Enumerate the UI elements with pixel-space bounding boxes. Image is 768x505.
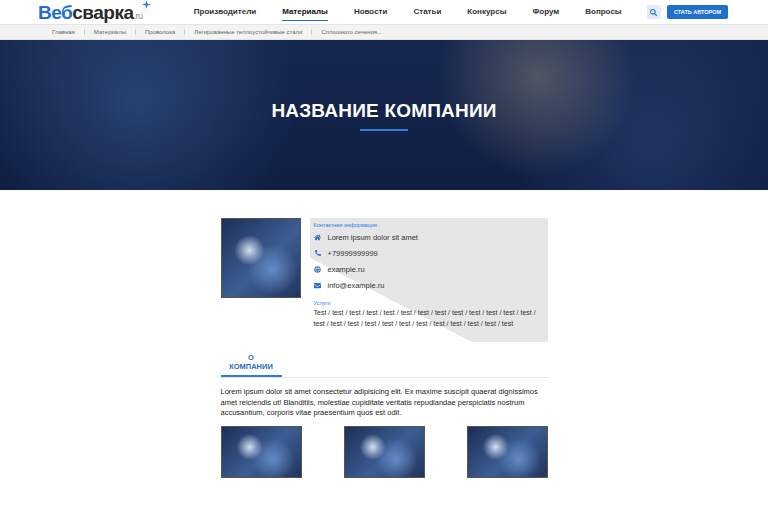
contact-row: info@example.ru: [314, 277, 543, 293]
nav-item[interactable]: Новости: [354, 3, 388, 21]
contact-row: example.ru: [314, 261, 543, 277]
services-label: Услуги: [314, 300, 543, 306]
main-nav: Производители Материалы Новости Статьи Конку…: [149, 3, 647, 21]
gallery-photo[interactable]: [467, 426, 548, 478]
contacts-label: Контактная информация: [314, 222, 543, 228]
hero-title: НАЗВАНИЕ КОМПАНИИ: [271, 100, 496, 122]
breadcrumb-item[interactable]: Главная: [52, 29, 84, 35]
contact-text: Lorem ipsum dolor sit amet: [328, 233, 418, 242]
company-top: Контактная информация Lorem ipsum dolor s…: [221, 218, 548, 342]
gallery-photo[interactable]: [221, 426, 302, 478]
contact-row: Lorem ipsum dolor sit amet: [314, 229, 543, 245]
page: Вебсварка.ru Производители Материалы Новост…: [0, 0, 768, 505]
company-column: Контактная информация Lorem ipsum dolor s…: [221, 218, 548, 478]
info-panel: Контактная информация Lorem ipsum dolor s…: [310, 218, 548, 342]
breadcrumb-item[interactable]: Легированные теплоустойчивые стали: [184, 29, 311, 35]
services-text: Test / test / test / test / test / test …: [314, 307, 543, 329]
gallery-photo[interactable]: [344, 426, 425, 478]
tabs: О КОМПАНИИ: [221, 349, 548, 378]
hero-underline: [360, 129, 408, 131]
tab[interactable]: О КОМПАНИИ: [221, 349, 282, 377]
become-author-button[interactable]: СТАТЬ АВТОРОМ: [667, 5, 728, 19]
breadcrumb-item[interactable]: Материалы: [84, 29, 135, 35]
search-icon: [650, 9, 657, 16]
nav-item[interactable]: Материалы: [282, 3, 328, 21]
star-icon: [142, 0, 151, 9]
company-photo: [221, 218, 301, 298]
nav-item[interactable]: Статьи: [413, 3, 441, 21]
nav-item[interactable]: Конкурсы: [467, 3, 506, 21]
logo-suffix: .ru: [134, 12, 143, 21]
contact-text: +79999999999: [328, 249, 378, 258]
header: Вебсварка.ru Производители Материалы Новост…: [0, 0, 768, 25]
logo-secondary: сварка: [72, 3, 133, 22]
gallery: [221, 426, 548, 478]
home-icon: [314, 234, 321, 241]
breadcrumb-item[interactable]: Сплошного сечения...: [311, 29, 391, 35]
about-text: Lorem ipsum dolor sit amet consectetur a…: [221, 387, 548, 419]
contact-row: +79999999999: [314, 245, 543, 261]
contact-text[interactable]: info@example.ru: [328, 281, 385, 290]
hero: НАЗВАНИЕ КОМПАНИИ: [0, 40, 768, 190]
search-button[interactable]: [647, 5, 661, 19]
nav-item[interactable]: Вопросы: [585, 3, 621, 21]
phone-icon: [315, 250, 321, 256]
contact-text[interactable]: example.ru: [328, 265, 365, 274]
content: Контактная информация Lorem ipsum dolor s…: [0, 190, 768, 505]
nav-item[interactable]: Форум: [532, 3, 559, 21]
envelope-icon: [314, 282, 321, 289]
services: УслугиTest / test / test / test / test /…: [314, 300, 543, 329]
logo-primary: Веб: [38, 3, 72, 22]
breadcrumbs: ГлавнаяМатериалыПроволокаЛегированные те…: [0, 25, 768, 40]
nav-item[interactable]: Производители: [194, 3, 256, 21]
logo[interactable]: Вебсварка.ru: [38, 3, 149, 22]
breadcrumb-item[interactable]: Проволока: [135, 29, 184, 35]
globe-icon: [314, 266, 321, 273]
